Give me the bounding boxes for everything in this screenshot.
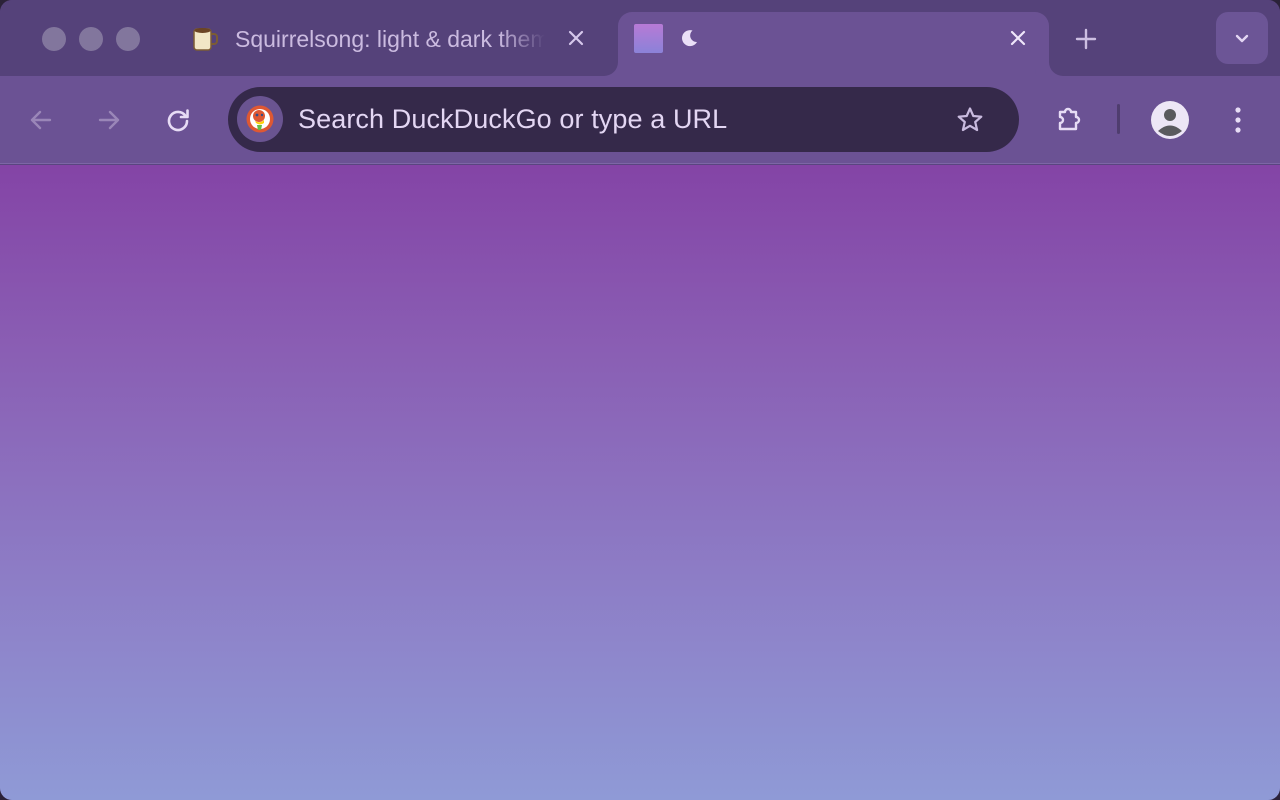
zoom-window-button[interactable] (116, 27, 140, 51)
forward-button[interactable] (87, 98, 131, 142)
kebab-menu-icon (1235, 107, 1241, 133)
arrow-right-icon (98, 110, 120, 130)
coffee-mug-icon (193, 28, 218, 51)
menu-button[interactable] (1216, 98, 1260, 142)
close-icon[interactable] (560, 22, 592, 54)
tab-search-button[interactable] (1216, 12, 1268, 64)
search-engine-badge[interactable] (237, 96, 283, 142)
toolbar-divider (1117, 104, 1120, 134)
close-window-button[interactable] (42, 27, 66, 51)
moon-icon (682, 30, 697, 47)
reload-icon (167, 109, 189, 132)
gradient-swatch-icon (634, 24, 663, 53)
reload-button[interactable] (156, 98, 200, 142)
back-button[interactable] (19, 98, 63, 142)
tab-strip: Squirrelsong: light & dark themes (0, 0, 1280, 76)
omnibox[interactable]: Search DuckDuckGo or type a URL (228, 87, 1019, 152)
window-controls (42, 27, 140, 51)
duckduckgo-icon (246, 105, 274, 133)
plus-icon (1075, 28, 1097, 50)
chevron-down-icon (1235, 34, 1249, 43)
browser-window: Squirrelsong: light & dark themes Search… (0, 0, 1280, 800)
star-icon (957, 107, 983, 132)
profile-button[interactable] (1148, 98, 1192, 142)
page-content (0, 165, 1280, 800)
omnibox-placeholder[interactable]: Search DuckDuckGo or type a URL (298, 104, 727, 135)
bookmark-button[interactable] (952, 102, 988, 138)
arrow-left-icon (30, 110, 52, 130)
extensions-button[interactable] (1047, 98, 1091, 142)
minimize-window-button[interactable] (79, 27, 103, 51)
tab-active[interactable] (618, 12, 1049, 76)
tab-title: Squirrelsong: light & dark themes (235, 26, 545, 52)
tab-squirrelsong[interactable]: Squirrelsong: light & dark themes (172, 12, 608, 76)
puzzle-icon (1058, 107, 1081, 131)
new-tab-button[interactable] (1069, 22, 1103, 56)
close-icon[interactable] (1002, 22, 1034, 54)
toolbar: Search DuckDuckGo or type a URL (0, 76, 1280, 164)
avatar-icon (1151, 101, 1189, 139)
